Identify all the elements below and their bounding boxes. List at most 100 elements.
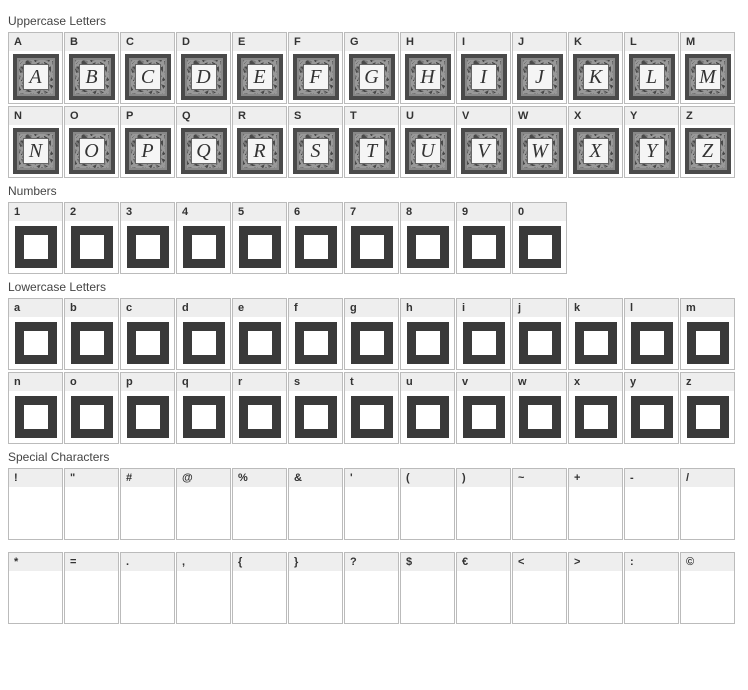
glyph-cell[interactable]: * bbox=[8, 552, 63, 624]
missing-glyph-icon bbox=[407, 396, 449, 438]
glyph-cell[interactable]: = bbox=[64, 552, 119, 624]
glyph-cell[interactable]: + bbox=[568, 468, 623, 540]
glyph-cell[interactable]: NN bbox=[8, 106, 63, 178]
glyph-cell[interactable]: - bbox=[624, 468, 679, 540]
glyph-cell[interactable]: q bbox=[176, 372, 231, 444]
glyph-cell[interactable]: HH bbox=[400, 32, 455, 104]
glyph-cell[interactable]: i bbox=[456, 298, 511, 370]
glyph-cell[interactable]: DD bbox=[176, 32, 231, 104]
glyph-cell[interactable]: 6 bbox=[288, 202, 343, 274]
glyph-cell[interactable]: s bbox=[288, 372, 343, 444]
glyph-cell[interactable]: ZZ bbox=[680, 106, 735, 178]
glyph-cell[interactable]: p bbox=[120, 372, 175, 444]
missing-glyph-icon bbox=[463, 396, 505, 438]
glyph-cell[interactable]: w bbox=[512, 372, 567, 444]
glyph-cell[interactable]: SS bbox=[288, 106, 343, 178]
glyph-cell[interactable]: @ bbox=[176, 468, 231, 540]
glyph-cell[interactable]: t bbox=[344, 372, 399, 444]
glyph-cell-body: R bbox=[233, 125, 286, 177]
glyph-cell[interactable]: 0 bbox=[512, 202, 567, 274]
glyph-cell[interactable]: 5 bbox=[232, 202, 287, 274]
glyph-cell[interactable]: < bbox=[512, 552, 567, 624]
glyph-cell[interactable]: u bbox=[400, 372, 455, 444]
glyph-cell[interactable]: 9 bbox=[456, 202, 511, 274]
glyph-cell[interactable]: XX bbox=[568, 106, 623, 178]
decorative-glyph-letter: Z bbox=[695, 138, 721, 164]
glyph-cell[interactable]: RR bbox=[232, 106, 287, 178]
glyph-cell[interactable]: & bbox=[288, 468, 343, 540]
glyph-cell[interactable]: o bbox=[64, 372, 119, 444]
glyph-cell[interactable]: € bbox=[456, 552, 511, 624]
glyph-cell[interactable]: LL bbox=[624, 32, 679, 104]
glyph-cell[interactable]: YY bbox=[624, 106, 679, 178]
glyph-cell[interactable]: MM bbox=[680, 32, 735, 104]
glyph-cell[interactable]: TT bbox=[344, 106, 399, 178]
glyph-cell[interactable]: e bbox=[232, 298, 287, 370]
glyph-cell[interactable]: II bbox=[456, 32, 511, 104]
glyph-cell[interactable]: a bbox=[8, 298, 63, 370]
glyph-cell[interactable]: ) bbox=[456, 468, 511, 540]
glyph-cell[interactable]: ! bbox=[8, 468, 63, 540]
glyph-cell[interactable]: FF bbox=[288, 32, 343, 104]
glyph-cell[interactable]: AA bbox=[8, 32, 63, 104]
glyph-cell[interactable]: ' bbox=[344, 468, 399, 540]
glyph-cell[interactable]: 4 bbox=[176, 202, 231, 274]
glyph-cell[interactable]: g bbox=[344, 298, 399, 370]
glyph-cell[interactable]: KK bbox=[568, 32, 623, 104]
glyph-cell-body: C bbox=[121, 51, 174, 103]
glyph-cell[interactable]: 1 bbox=[8, 202, 63, 274]
glyph-cell[interactable]: r bbox=[232, 372, 287, 444]
glyph-cell[interactable]: z bbox=[680, 372, 735, 444]
glyph-cell[interactable]: CC bbox=[120, 32, 175, 104]
glyph-cell[interactable]: , bbox=[176, 552, 231, 624]
glyph-cell-body bbox=[65, 487, 118, 541]
glyph-cell[interactable]: > bbox=[568, 552, 623, 624]
glyph-cell[interactable]: PP bbox=[120, 106, 175, 178]
glyph-cell[interactable]: { bbox=[232, 552, 287, 624]
glyph-cell[interactable]: % bbox=[232, 468, 287, 540]
glyph-cell[interactable]: j bbox=[512, 298, 567, 370]
glyph-cell[interactable]: BB bbox=[64, 32, 119, 104]
glyph-cell[interactable]: c bbox=[120, 298, 175, 370]
glyph-cell[interactable]: m bbox=[680, 298, 735, 370]
glyph-cell[interactable]: 3 bbox=[120, 202, 175, 274]
glyph-cell[interactable]: VV bbox=[456, 106, 511, 178]
glyph-cell[interactable]: } bbox=[288, 552, 343, 624]
glyph-cell[interactable]: k bbox=[568, 298, 623, 370]
glyph-cell[interactable]: v bbox=[456, 372, 511, 444]
glyph-cell[interactable]: . bbox=[120, 552, 175, 624]
glyph-cell[interactable]: $ bbox=[400, 552, 455, 624]
glyph-cell[interactable]: 2 bbox=[64, 202, 119, 274]
glyph-cell-body bbox=[457, 487, 510, 541]
glyph-cell[interactable]: UU bbox=[400, 106, 455, 178]
glyph-cell[interactable]: h bbox=[400, 298, 455, 370]
glyph-cell[interactable]: l bbox=[624, 298, 679, 370]
glyph-cell[interactable]: f bbox=[288, 298, 343, 370]
glyph-cell[interactable]: y bbox=[624, 372, 679, 444]
glyph-cell[interactable]: © bbox=[680, 552, 735, 624]
glyph-cell[interactable]: QQ bbox=[176, 106, 231, 178]
glyph-cell-label: 4 bbox=[177, 203, 230, 221]
glyph-cell[interactable]: ? bbox=[344, 552, 399, 624]
glyph-cell[interactable]: # bbox=[120, 468, 175, 540]
glyph-cell[interactable]: / bbox=[680, 468, 735, 540]
glyph-cell[interactable]: ( bbox=[400, 468, 455, 540]
glyph-cell[interactable]: GG bbox=[344, 32, 399, 104]
uppercase-row-1: NNOOPPQQRRSSTTUUVVWWXXYYZZ bbox=[8, 106, 740, 178]
glyph-cell[interactable]: : bbox=[624, 552, 679, 624]
glyph-cell[interactable]: WW bbox=[512, 106, 567, 178]
glyph-cell[interactable]: OO bbox=[64, 106, 119, 178]
glyph-cell[interactable]: 7 bbox=[344, 202, 399, 274]
glyph-cell-label: g bbox=[345, 299, 398, 317]
glyph-cell[interactable]: n bbox=[8, 372, 63, 444]
glyph-cell[interactable]: EE bbox=[232, 32, 287, 104]
glyph-cell[interactable]: x bbox=[568, 372, 623, 444]
glyph-cell[interactable]: JJ bbox=[512, 32, 567, 104]
glyph-cell[interactable]: ~ bbox=[512, 468, 567, 540]
glyph-cell[interactable]: " bbox=[64, 468, 119, 540]
glyph-cell[interactable]: d bbox=[176, 298, 231, 370]
glyph-cell[interactable]: 8 bbox=[400, 202, 455, 274]
glyph-cell[interactable]: b bbox=[64, 298, 119, 370]
glyph-cell-body bbox=[569, 317, 622, 369]
glyph-cell-label: m bbox=[681, 299, 734, 317]
